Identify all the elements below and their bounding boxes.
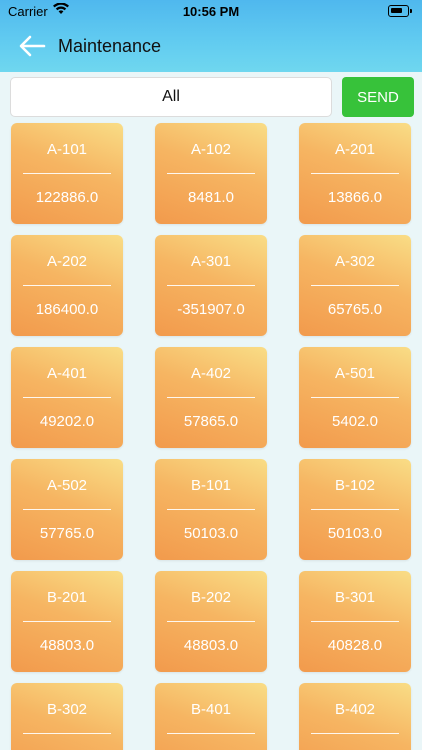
card-divider [167, 621, 255, 622]
unit-card[interactable]: B-201 48803.0 [11, 571, 123, 672]
card-divider [311, 285, 399, 286]
card-divider [23, 285, 111, 286]
unit-name: A-302 [334, 253, 376, 270]
unit-name: B-402 [334, 701, 376, 718]
card-divider [311, 173, 399, 174]
unit-name: A-401 [46, 365, 88, 382]
unit-name: A-102 [190, 141, 232, 158]
unit-card[interactable]: B-401 [155, 683, 267, 750]
unit-value: 40828.0 [327, 637, 383, 654]
unit-value: 13866.0 [327, 189, 383, 206]
unit-name: A-101 [46, 141, 88, 158]
unit-value: 50103.0 [183, 525, 239, 542]
unit-value: 57865.0 [183, 413, 239, 430]
unit-card[interactable]: A-102 8481.0 [155, 123, 267, 224]
unit-card[interactable]: A-402 57865.0 [155, 347, 267, 448]
unit-name: A-501 [334, 365, 376, 382]
send-button[interactable]: SEND [342, 77, 414, 117]
unit-name: B-301 [334, 589, 376, 606]
filter-value: All [162, 88, 180, 105]
card-divider [167, 285, 255, 286]
card-divider [167, 509, 255, 510]
card-divider [167, 173, 255, 174]
card-divider [311, 621, 399, 622]
card-divider [23, 397, 111, 398]
unit-name: B-302 [46, 701, 88, 718]
card-divider [23, 733, 111, 734]
unit-card[interactable]: A-201 13866.0 [299, 123, 411, 224]
unit-card[interactable]: B-301 40828.0 [299, 571, 411, 672]
unit-name: A-202 [46, 253, 88, 270]
filter-field[interactable]: All [10, 77, 332, 117]
unit-card[interactable]: A-101 122886.0 [11, 123, 123, 224]
unit-card[interactable]: A-501 5402.0 [299, 347, 411, 448]
card-divider [311, 509, 399, 510]
unit-name: B-401 [190, 701, 232, 718]
unit-grid: A-101 122886.0 A-102 8481.0 A-201 13866.… [0, 122, 422, 750]
card-divider [23, 621, 111, 622]
unit-card[interactable]: B-402 [299, 683, 411, 750]
unit-name: A-201 [334, 141, 376, 158]
status-bar: Carrier 10:56 PM [0, 0, 422, 22]
unit-value: 8481.0 [188, 189, 234, 206]
unit-value: 122886.0 [35, 189, 99, 206]
unit-card[interactable]: B-101 50103.0 [155, 459, 267, 560]
unit-name: B-102 [334, 477, 376, 494]
unit-card[interactable]: B-102 50103.0 [299, 459, 411, 560]
page-title: Maintenance [58, 36, 162, 56]
unit-value: 57765.0 [39, 525, 95, 542]
card-divider [311, 733, 399, 734]
unit-card[interactable]: A-401 49202.0 [11, 347, 123, 448]
unit-value: 5402.0 [332, 413, 378, 430]
unit-card[interactable]: B-302 [11, 683, 123, 750]
card-divider [167, 397, 255, 398]
card-divider [23, 173, 111, 174]
arrow-left-icon [19, 35, 46, 57]
card-divider [167, 733, 255, 734]
header-bar: Carrier 10:56 PM Maintenance [0, 0, 422, 72]
unit-value: -351907.0 [177, 301, 245, 318]
back-button[interactable] [18, 34, 46, 58]
unit-value: 65765.0 [327, 301, 383, 318]
unit-name: B-101 [190, 477, 232, 494]
unit-card[interactable]: A-502 57765.0 [11, 459, 123, 560]
unit-card[interactable]: A-302 65765.0 [299, 235, 411, 336]
unit-card[interactable]: A-202 186400.0 [11, 235, 123, 336]
card-divider [23, 509, 111, 510]
unit-name: A-301 [190, 253, 232, 270]
filter-bar: All SEND [0, 72, 422, 122]
battery-icon [388, 5, 412, 17]
unit-card[interactable]: B-202 48803.0 [155, 571, 267, 672]
unit-name: B-201 [46, 589, 88, 606]
unit-value: 49202.0 [39, 413, 95, 430]
unit-value: 48803.0 [183, 637, 239, 654]
unit-name: A-502 [46, 477, 88, 494]
unit-card[interactable]: A-301 -351907.0 [155, 235, 267, 336]
status-time: 10:56 PM [182, 4, 240, 19]
unit-value: 50103.0 [327, 525, 383, 542]
card-divider [311, 397, 399, 398]
unit-value: 48803.0 [39, 637, 95, 654]
unit-name: B-202 [190, 589, 232, 606]
unit-name: A-402 [190, 365, 232, 382]
unit-value: 186400.0 [35, 301, 99, 318]
